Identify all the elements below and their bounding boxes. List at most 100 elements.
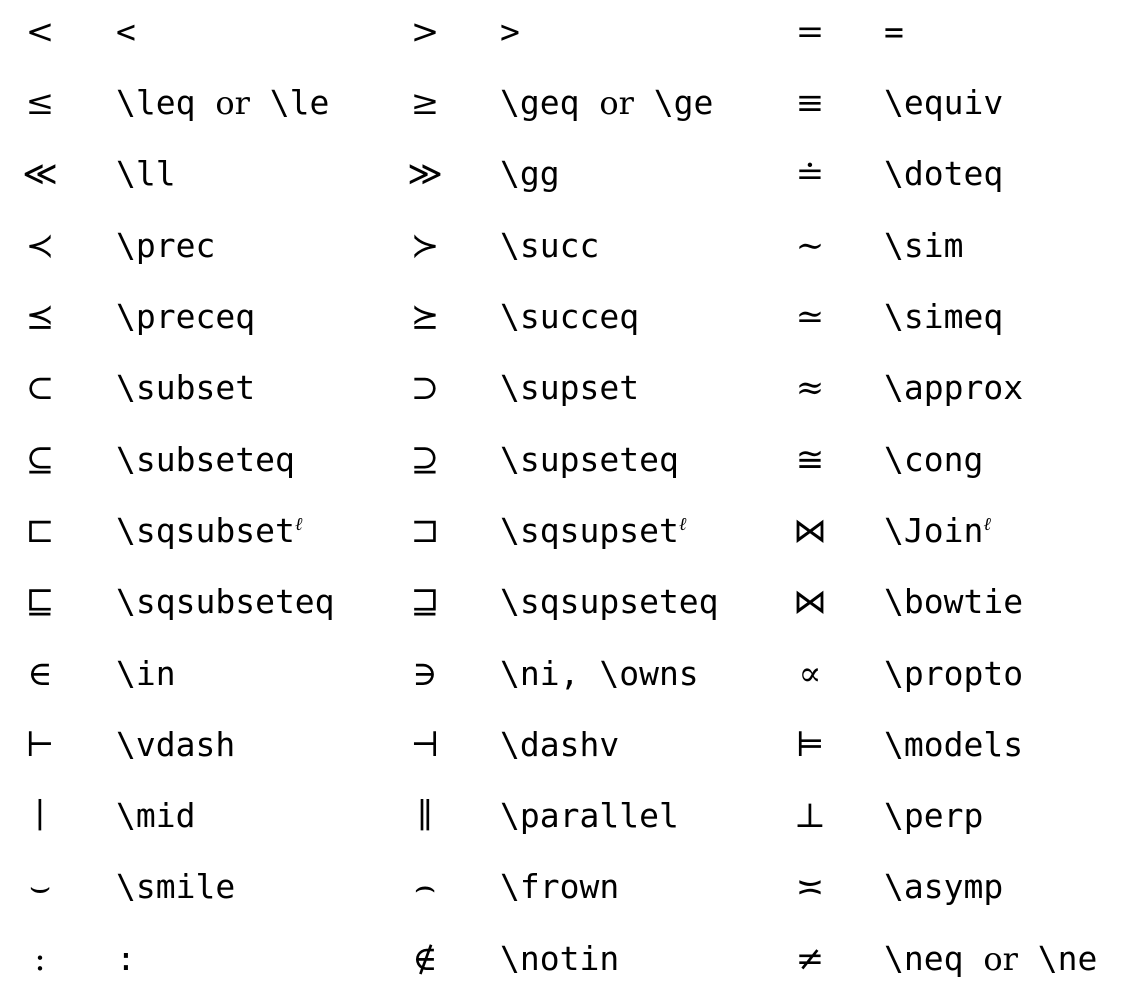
symbol-glyph: ∣ xyxy=(35,796,45,836)
latex-command: \gg xyxy=(500,144,560,204)
latex-command: \neq or \ne xyxy=(884,929,1097,989)
footnote-marker: ℓ xyxy=(294,514,303,535)
latex-command: \bowtie xyxy=(884,572,1023,632)
command-text: \subseteq xyxy=(116,440,295,479)
command-text: \supset xyxy=(500,368,640,407)
symbol-glyph: ≺ xyxy=(25,226,55,266)
command-text: \sqsubseteq xyxy=(116,582,335,621)
latex-command: \sqsubsetℓ xyxy=(116,501,302,561)
command-text: \bowtie xyxy=(884,582,1024,621)
symbol-glyph: ∝ xyxy=(798,654,822,694)
table-row: ≪ \ll ≫ \gg ≐ \doteq xyxy=(0,144,1140,204)
symbol-glyph: ≤ xyxy=(25,83,55,123)
command-text: \neq xyxy=(884,939,964,978)
latex-command: \sqsubseteq xyxy=(116,572,335,632)
command-text: \sqsupset xyxy=(500,511,679,550)
symbol-glyph: ⊏ xyxy=(25,511,55,551)
command-text: \geq xyxy=(500,83,580,122)
symbol-glyph: ≥ xyxy=(410,83,440,123)
command-text: \approx xyxy=(884,368,1024,407)
latex-command: \asymp xyxy=(884,857,1003,917)
symbol-glyph: < xyxy=(25,12,55,52)
symbol-glyph: ≍ xyxy=(795,867,825,907)
command-text: \vdash xyxy=(116,725,236,764)
command-text: \gg xyxy=(500,154,560,193)
symbol-glyph: ⌢ xyxy=(413,867,437,907)
symbol-glyph: ≃ xyxy=(795,297,825,337)
latex-command: \subseteq xyxy=(116,430,295,490)
command-text: > xyxy=(500,12,520,51)
symbol-glyph: ⌣ xyxy=(28,867,52,907)
or-connector: or xyxy=(599,84,634,122)
latex-command: \sqsupseteq xyxy=(500,572,719,632)
table-row: ⪯ \preceq ⪰ \succeq ≃ \simeq xyxy=(0,287,1140,347)
latex-command: \frown xyxy=(500,857,619,917)
latex-command: \Joinℓ xyxy=(884,501,991,561)
command-text: \notin xyxy=(500,939,620,978)
latex-command: \mid xyxy=(116,786,195,846)
symbol-glyph: ⪰ xyxy=(410,297,440,337)
command-text: \frown xyxy=(500,867,620,906)
symbol-glyph: ≐ xyxy=(795,154,825,194)
symbol-glyph: ≡ xyxy=(795,83,825,123)
latex-command: > xyxy=(500,2,520,62)
latex-command: \parallel xyxy=(500,786,679,846)
symbol-glyph: ∈ xyxy=(27,654,53,694)
symbol-glyph: ∼ xyxy=(795,226,825,266)
command-text: \supseteq xyxy=(500,440,679,479)
command-text: \ni, \owns xyxy=(500,654,699,693)
command-text: \succ xyxy=(500,226,600,265)
command-alt-text: \ne xyxy=(1037,939,1098,978)
symbol-glyph: > xyxy=(410,12,440,52)
symbol-glyph: ⪯ xyxy=(25,297,55,337)
table-row: ⊢ \vdash ⊣ \dashv ⊨ \models xyxy=(0,715,1140,775)
symbol-glyph: ⊑ xyxy=(25,582,55,622)
command-text: \equiv xyxy=(884,83,1004,122)
table-row: ⊂ \subset ⊃ \supset ≈ \approx xyxy=(0,358,1140,418)
symbol-glyph: ⋈ xyxy=(793,582,827,622)
command-text: \sqsubset xyxy=(116,511,295,550)
latex-command: \sim xyxy=(884,216,963,276)
command-text: : xyxy=(116,939,136,978)
symbol-glyph: ⊐ xyxy=(410,511,440,551)
command-text: \cong xyxy=(884,440,984,479)
command-text: \simeq xyxy=(884,297,1004,336)
command-text: \propto xyxy=(884,654,1024,693)
table-row: ∈ \in ∋ \ni, \owns ∝ \propto xyxy=(0,644,1140,704)
command-text: \models xyxy=(884,725,1024,764)
latex-command: \succ xyxy=(500,216,599,276)
symbol-glyph: ∥ xyxy=(417,796,433,836)
command-text: \preceq xyxy=(116,297,256,336)
symbol-glyph: ≪ xyxy=(22,154,58,194)
symbol-glyph: ⊂ xyxy=(25,368,55,408)
command-alt-text: \le xyxy=(269,83,330,122)
symbol-glyph: ≈ xyxy=(795,368,825,408)
table-row: ⊏ \sqsubsetℓ ⊐ \sqsupsetℓ ⋈ \Joinℓ xyxy=(0,501,1140,561)
command-text: \sqsupseteq xyxy=(500,582,719,621)
latex-command: \approx xyxy=(884,358,1023,418)
latex-command: \sqsupsetℓ xyxy=(500,501,686,561)
latex-command: \cong xyxy=(884,430,983,490)
table-row: < < > > = = xyxy=(0,2,1140,62)
latex-command: \prec xyxy=(116,216,215,276)
symbol-glyph: ∉ xyxy=(412,939,438,979)
table-row: ⌣ \smile ⌢ \frown ≍ \asymp xyxy=(0,857,1140,917)
command-text: \succeq xyxy=(500,297,640,336)
command-text: \sim xyxy=(884,226,964,265)
latex-command: \doteq xyxy=(884,144,1003,204)
symbol-glyph: ⊃ xyxy=(410,368,440,408)
command-text: \asymp xyxy=(884,867,1004,906)
command-text: \subset xyxy=(116,368,256,407)
latex-command: \notin xyxy=(500,929,619,989)
footnote-marker: ℓ xyxy=(678,514,687,535)
symbol-glyph: ⊆ xyxy=(25,440,55,480)
command-text: \in xyxy=(116,654,176,693)
command-text: \dashv xyxy=(500,725,620,764)
latex-command: = xyxy=(884,2,904,62)
command-alt-text: \ge xyxy=(653,83,714,122)
symbol-glyph: ⊒ xyxy=(410,582,440,622)
symbol-glyph: = xyxy=(795,12,825,52)
symbol-glyph: ⊥ xyxy=(794,796,826,836)
command-text: < xyxy=(116,12,136,51)
table-row: ⊆ \subseteq ⊇ \supseteq ≅ \cong xyxy=(0,430,1140,490)
